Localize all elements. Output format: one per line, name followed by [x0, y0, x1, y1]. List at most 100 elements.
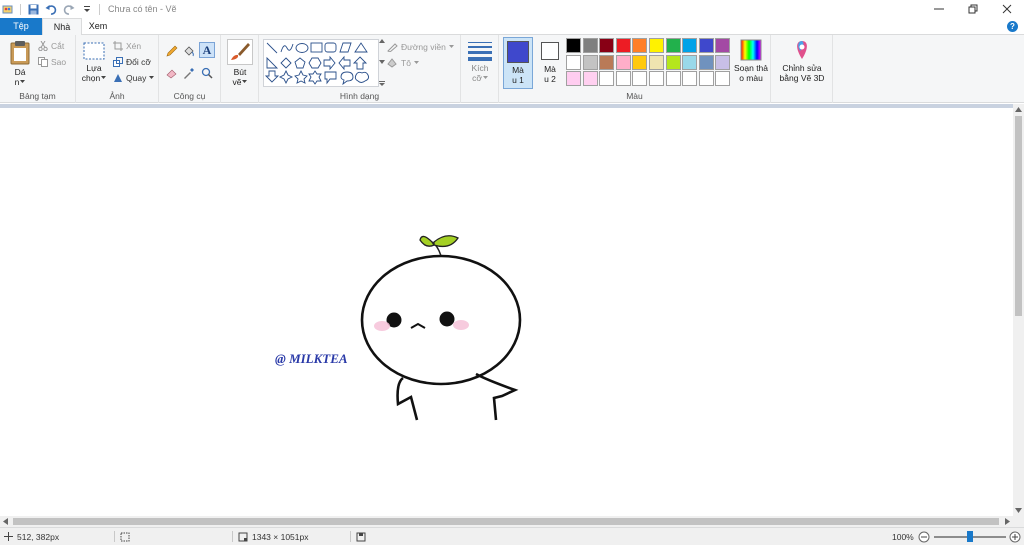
scroll-up-icon[interactable] — [1015, 107, 1022, 112]
left-arm-leg — [396, 376, 419, 421]
magnifier-icon[interactable] — [201, 67, 213, 79]
color-swatch[interactable] — [582, 71, 598, 86]
zoom-in-button[interactable] — [1009, 528, 1021, 545]
scroll-left-icon[interactable] — [3, 518, 8, 525]
shapes-gallery[interactable] — [263, 39, 379, 87]
color-swatch[interactable] — [649, 38, 664, 53]
scroll-right-icon[interactable] — [1005, 518, 1010, 525]
color-swatch[interactable] — [566, 38, 581, 53]
text-tool-button[interactable]: A — [199, 42, 215, 58]
color-swatch[interactable] — [665, 38, 681, 53]
size-label-2: cỡ — [472, 73, 482, 83]
color2-swatch — [541, 42, 559, 60]
paste-button[interactable]: Dá n — [6, 39, 34, 87]
edit-paint3d-button[interactable]: Chỉnh sửa bằng Vẽ 3D — [773, 39, 831, 83]
color-swatch[interactable] — [582, 38, 598, 53]
tab-file[interactable]: Tệp — [0, 18, 42, 35]
select-button[interactable]: Lựa chọn — [79, 41, 109, 83]
color-swatch[interactable] — [715, 38, 731, 53]
outline-label: Đường viền — [401, 41, 446, 52]
color-swatch[interactable] — [665, 54, 681, 70]
color-swatch[interactable] — [715, 71, 731, 86]
cut-label: Cắt — [51, 41, 65, 51]
fill-bucket-icon[interactable] — [183, 45, 195, 57]
selection-icon — [120, 532, 130, 541]
edit-colors-button[interactable]: Soạn thả o màu — [731, 39, 771, 83]
outline-button[interactable]: Đường viền — [387, 41, 454, 52]
zoom-slider-thumb[interactable] — [967, 531, 973, 542]
color-swatch[interactable] — [682, 54, 698, 70]
color1-button[interactable]: Mà u 1 — [503, 37, 533, 89]
color-swatch[interactable] — [632, 54, 648, 70]
paint-app-icon[interactable] — [2, 3, 14, 15]
color-spectrum-icon — [740, 39, 762, 61]
horizontal-scrollbar[interactable] — [0, 516, 1013, 527]
shapes-scroll[interactable] — [377, 39, 386, 87]
color-swatch[interactable] — [632, 38, 648, 53]
customize-qa-icon[interactable] — [81, 3, 93, 15]
color-swatch[interactable] — [682, 38, 698, 53]
size-button[interactable]: Kích cỡ — [465, 41, 495, 83]
color-swatch[interactable] — [698, 54, 714, 70]
colors-group: Mà u 1 Mà u 2 Soạn thả o màu Màu — [499, 35, 771, 103]
vertical-scroll-thumb[interactable] — [1015, 116, 1022, 316]
copy-button[interactable]: Sao — [38, 57, 66, 67]
redo-icon[interactable] — [63, 3, 75, 15]
fill-button[interactable]: Tô — [387, 57, 419, 68]
cut-button[interactable]: Cắt — [38, 41, 64, 51]
canvas-size-text: 1343 × 1051px — [252, 531, 309, 542]
crop-button[interactable]: Xén — [113, 41, 141, 51]
title-bar: Chưa có tên - Vẽ — [0, 0, 1024, 18]
color-swatch[interactable] — [698, 38, 714, 53]
color-swatch[interactable] — [615, 54, 631, 70]
color-swatch[interactable] — [665, 71, 681, 86]
paste-label-2: n — [14, 77, 20, 87]
color-swatch[interactable] — [649, 71, 664, 86]
scroll-down-icon[interactable] — [1015, 508, 1022, 513]
color-swatch[interactable] — [599, 54, 615, 70]
selection-size — [120, 528, 130, 545]
vertical-scrollbar[interactable] — [1013, 104, 1024, 516]
color1-label-1: Mà — [512, 65, 524, 75]
resize-button[interactable]: Đổi cỡ — [113, 57, 151, 67]
color-swatch[interactable] — [566, 71, 581, 86]
tools-group-label: Công cụ — [173, 91, 206, 101]
tab-home[interactable]: Nhà — [42, 18, 82, 36]
help-icon[interactable]: ? — [1007, 21, 1018, 32]
pencil-icon[interactable] — [166, 45, 178, 57]
eraser-icon[interactable] — [166, 67, 178, 79]
window-title: Chưa có tên - Vẽ — [108, 4, 177, 14]
color-swatch[interactable] — [715, 54, 731, 70]
color-swatch[interactable] — [582, 54, 598, 70]
brushes-button[interactable]: Bút vẽ — [225, 39, 255, 87]
color2-label-1: Mà — [544, 64, 556, 74]
canvas-size-icon — [238, 532, 248, 541]
select-label-2: chọn — [81, 73, 101, 83]
color-swatch[interactable] — [698, 71, 714, 86]
horizontal-scroll-thumb[interactable] — [13, 518, 999, 525]
color-picker-icon[interactable] — [183, 67, 195, 79]
copy-label: Sao — [51, 57, 67, 67]
color-swatch[interactable] — [615, 38, 631, 53]
color2-button[interactable]: Mà u 2 — [536, 37, 564, 89]
color-swatch[interactable] — [682, 71, 698, 86]
save-icon[interactable] — [27, 3, 39, 15]
color-swatch[interactable] — [566, 54, 581, 70]
rotate-button[interactable]: Quay — [113, 73, 155, 83]
color-swatch[interactable] — [615, 71, 631, 86]
drawing-canvas[interactable]: @ MILKTEA — [0, 108, 1013, 516]
size-group: Kích cỡ — [461, 35, 499, 103]
zoom-out-button[interactable] — [918, 528, 930, 545]
text-icon: A — [202, 42, 212, 57]
size-label-1: Kích — [471, 63, 489, 73]
close-button[interactable] — [990, 0, 1024, 18]
color-swatch[interactable] — [599, 71, 615, 86]
color-swatch[interactable] — [599, 38, 615, 53]
color-swatch[interactable] — [632, 71, 648, 86]
restore-button[interactable] — [956, 0, 990, 18]
undo-icon[interactable] — [45, 3, 57, 15]
cursor-position-text: 512, 382px — [17, 531, 60, 542]
minimize-button[interactable] — [922, 0, 956, 18]
tab-view[interactable]: Xem — [82, 18, 114, 35]
color-swatch[interactable] — [649, 54, 664, 70]
